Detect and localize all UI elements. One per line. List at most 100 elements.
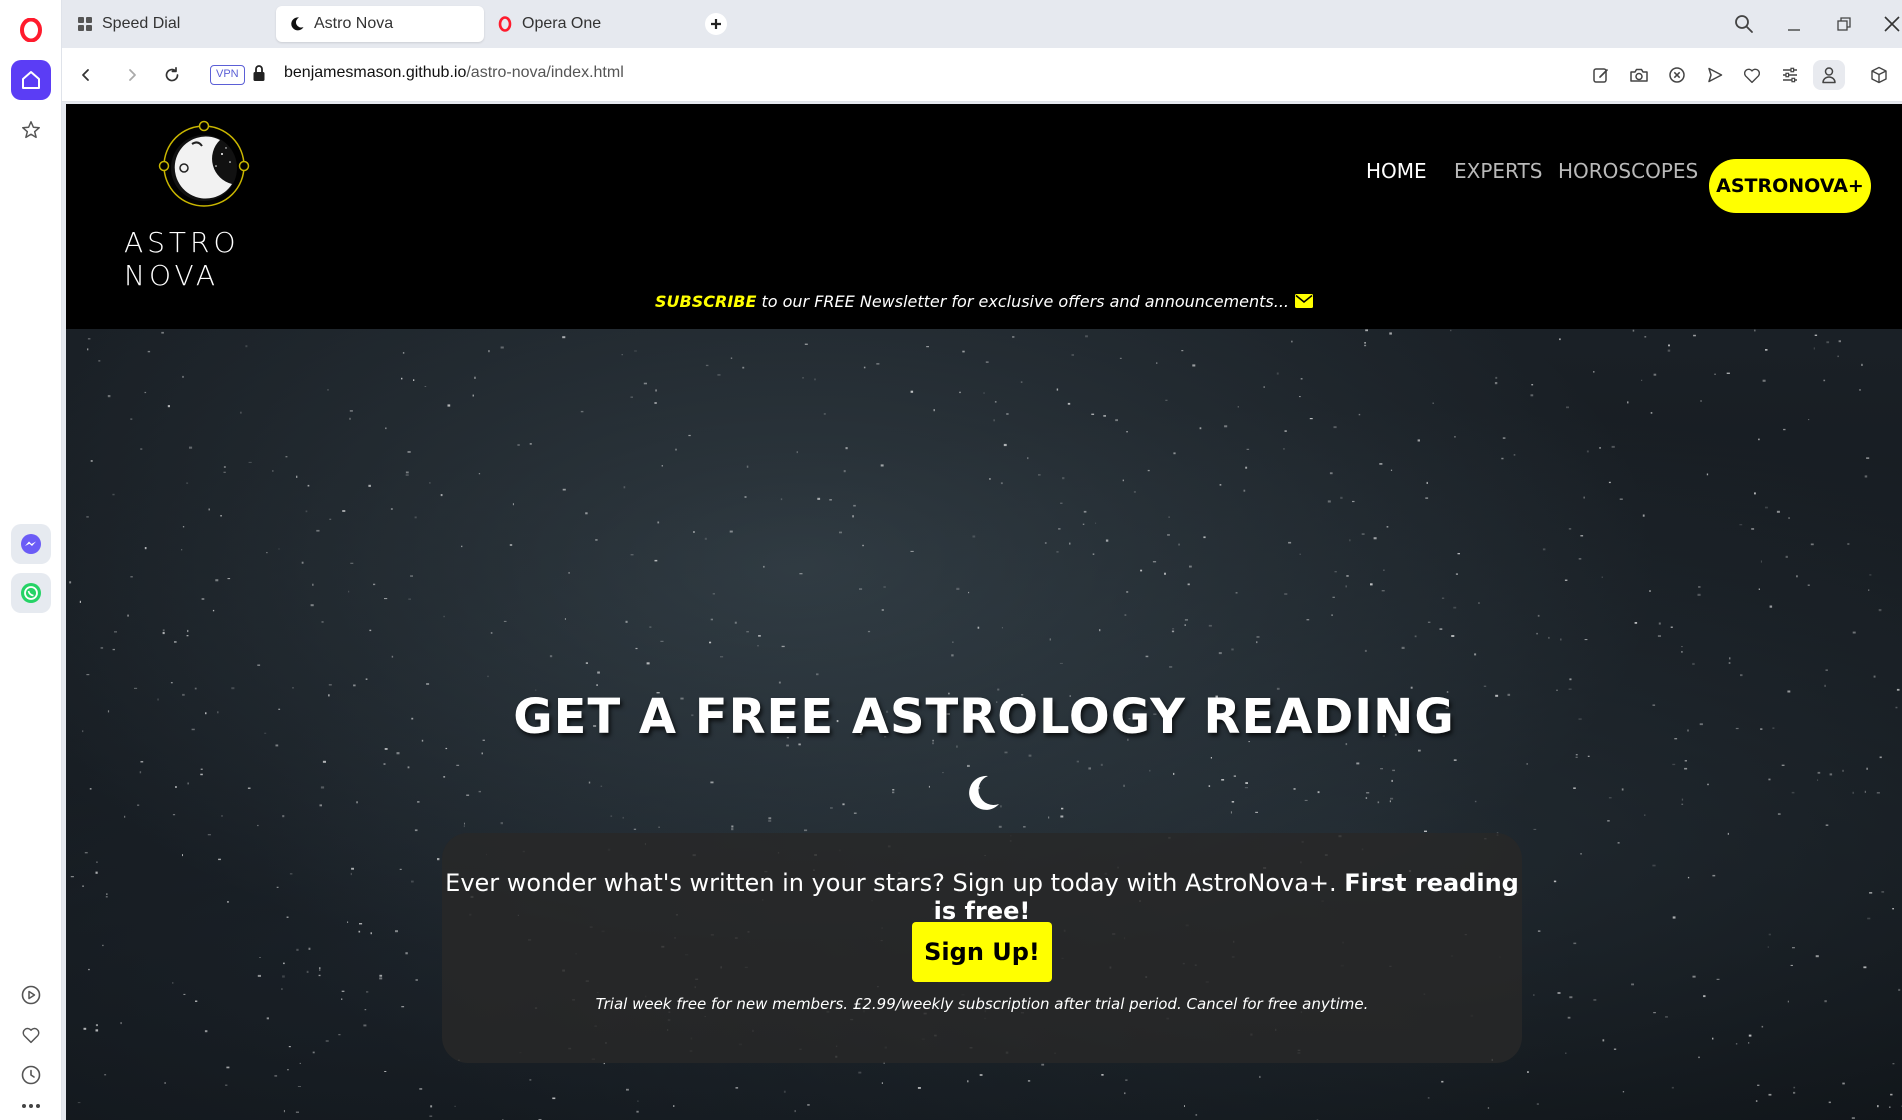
- subscribe-link-text[interactable]: SUBSCRIBE: [655, 292, 756, 311]
- sidebar-bookmarks-button[interactable]: [11, 110, 51, 150]
- new-tab-button[interactable]: [705, 13, 727, 35]
- nav-horoscopes-link[interactable]: HOROSCOPES: [1558, 159, 1698, 183]
- star: [1126, 431, 1128, 433]
- profile-button[interactable]: [1813, 60, 1845, 90]
- chevron-left-icon: [82, 69, 89, 81]
- tab-speed-dial[interactable]: Speed Dial: [64, 6, 264, 42]
- star: [562, 488, 566, 491]
- star: [283, 1110, 285, 1113]
- opera-menu-button[interactable]: [11, 10, 51, 50]
- star: [1474, 800, 1477, 803]
- minimize-button[interactable]: [1779, 10, 1809, 38]
- nav-home-link[interactable]: HOME: [1366, 159, 1427, 183]
- sidebar-pinboards-button[interactable]: [11, 1015, 51, 1055]
- nav-astronova-plus-button[interactable]: ASTRONOVA+: [1709, 159, 1871, 213]
- signup-card-text: Ever wonder what's written in your stars…: [442, 869, 1522, 925]
- star: [384, 598, 388, 600]
- star: [1172, 628, 1175, 630]
- star: [994, 401, 997, 403]
- star: [405, 474, 409, 476]
- star: [1149, 769, 1151, 772]
- star: [1124, 1092, 1126, 1095]
- star: [1693, 334, 1696, 337]
- envelope-icon[interactable]: [1294, 293, 1313, 312]
- star: [876, 363, 880, 365]
- star: [802, 377, 804, 379]
- newsletter-banner[interactable]: SUBSCRIBE to our FREE Newsletter for exc…: [66, 292, 1902, 312]
- star: [630, 396, 633, 398]
- star: [445, 747, 448, 750]
- star: [1361, 533, 1365, 535]
- star: [1873, 675, 1876, 678]
- sidebar-history-button[interactable]: [11, 1055, 51, 1095]
- flow-button[interactable]: [1702, 62, 1728, 88]
- star: [1593, 371, 1595, 373]
- star: [1890, 1093, 1893, 1096]
- star: [1568, 528, 1572, 530]
- star: [1293, 788, 1296, 790]
- star: [993, 419, 995, 422]
- sidebar-player-button[interactable]: [11, 975, 51, 1015]
- star: [147, 350, 151, 353]
- star: [600, 785, 603, 787]
- star: [1758, 588, 1760, 590]
- sidebar-whatsapp-button[interactable]: [11, 573, 51, 613]
- star: [1256, 641, 1258, 644]
- star: [456, 764, 460, 766]
- tab-astro-nova[interactable]: Astro Nova: [276, 6, 484, 42]
- star: [967, 764, 970, 767]
- restore-button[interactable]: [1829, 10, 1859, 38]
- ad-block-button[interactable]: [1664, 62, 1690, 88]
- star: [1566, 406, 1569, 409]
- star: [1622, 1091, 1625, 1093]
- reload-button[interactable]: [158, 61, 186, 89]
- star: [1364, 342, 1366, 344]
- star: [212, 609, 215, 612]
- star: [926, 346, 929, 348]
- star: [1003, 443, 1007, 447]
- snapshot-button[interactable]: [1626, 62, 1652, 88]
- forward-button[interactable]: [118, 61, 146, 89]
- extensions-button[interactable]: [1866, 62, 1892, 88]
- edit-page-button[interactable]: [1588, 62, 1614, 88]
- star: [140, 761, 144, 763]
- tab-opera-one[interactable]: Opera One: [484, 6, 684, 42]
- star: [1755, 1100, 1758, 1102]
- easy-setup-button[interactable]: [1777, 62, 1803, 88]
- star: [1864, 475, 1868, 478]
- close-window-button[interactable]: [1877, 10, 1902, 38]
- star: [349, 410, 353, 412]
- vpn-badge[interactable]: VPN: [210, 65, 245, 85]
- star: [207, 834, 211, 836]
- sidebar-more-button[interactable]: [11, 1094, 51, 1118]
- star: [395, 930, 398, 933]
- tab-search-button[interactable]: [1729, 10, 1759, 38]
- sign-up-button[interactable]: Sign Up!: [912, 922, 1052, 982]
- sidebar-messenger-button[interactable]: [11, 524, 51, 564]
- star: [248, 461, 252, 463]
- star: [503, 620, 507, 622]
- star: [257, 824, 259, 827]
- lock-icon[interactable]: [252, 64, 266, 87]
- star: [379, 977, 383, 980]
- star: [622, 816, 624, 819]
- star: [595, 539, 598, 541]
- back-button[interactable]: [72, 61, 100, 89]
- site-logo[interactable]: ASTRO NOVA: [94, 118, 314, 292]
- star: [1377, 801, 1380, 804]
- sidebar-home-button[interactable]: [11, 60, 51, 100]
- bookmark-heart-button[interactable]: [1739, 62, 1765, 88]
- url-field[interactable]: benjamesmason.github.io/astro-nova/index…: [284, 64, 624, 82]
- nav-experts-link[interactable]: EXPERTS: [1454, 159, 1542, 183]
- star: [282, 815, 285, 818]
- star: [580, 410, 584, 413]
- star: [1580, 853, 1582, 855]
- hero-section: GET A FREE ASTROLOGY READING Ever wonder…: [66, 329, 1902, 1120]
- star: [1613, 1048, 1617, 1050]
- star: [830, 807, 833, 809]
- star: [1352, 500, 1355, 503]
- star: [1632, 329, 1635, 332]
- star: [845, 447, 848, 450]
- star: [1364, 649, 1367, 652]
- star: [657, 521, 660, 524]
